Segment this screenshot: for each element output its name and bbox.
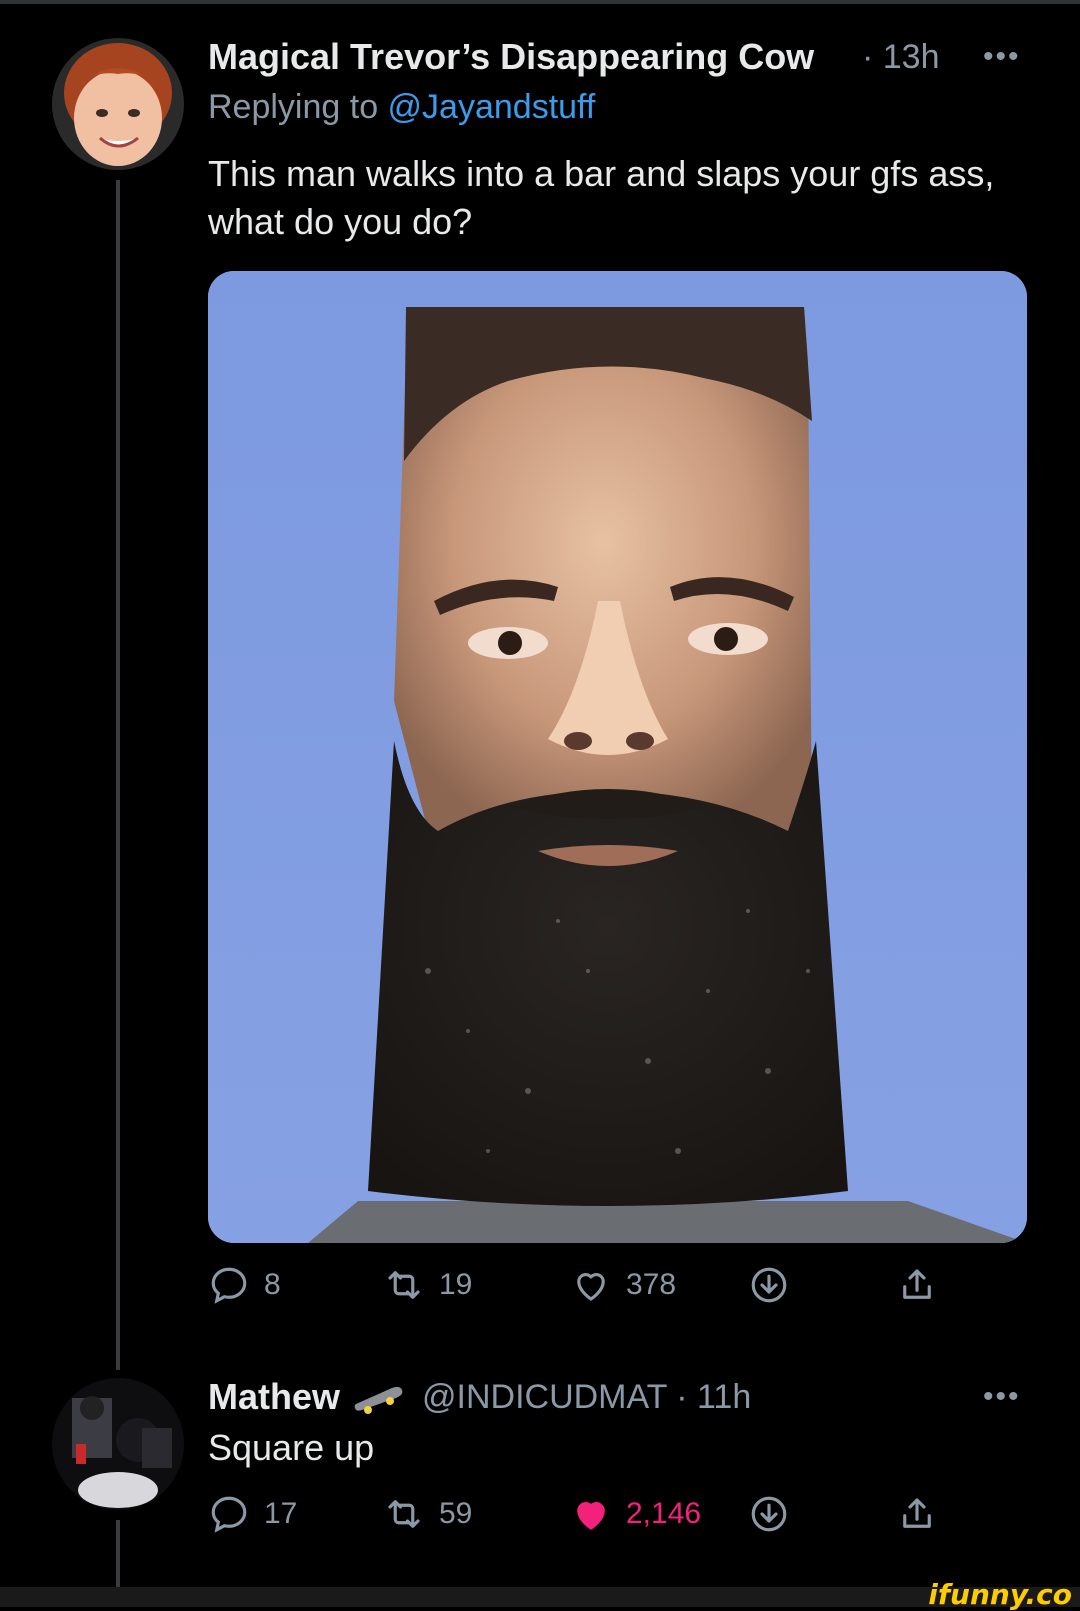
author-name-text: Mathew <box>208 1376 341 1417</box>
share-button[interactable] <box>896 1260 938 1310</box>
avatar[interactable] <box>52 1378 184 1510</box>
top-divider <box>0 0 1080 4</box>
like-button[interactable]: 378 <box>570 1260 676 1310</box>
reply-count: 8 <box>264 1268 281 1301</box>
tweet-time[interactable]: · 13h <box>862 38 940 77</box>
reply-icon <box>211 1267 247 1304</box>
replying-handle-link[interactable]: @Jayandstuff <box>388 88 596 126</box>
like-count: 378 <box>626 1268 677 1301</box>
more-icon[interactable]: ••• <box>983 40 1021 74</box>
download-button[interactable] <box>748 1260 790 1310</box>
like-icon <box>577 1273 605 1301</box>
reply-icon <box>211 1496 247 1533</box>
share-icon <box>903 1498 931 1528</box>
thread-connector-below <box>116 1520 120 1590</box>
reply-count: 17 <box>264 1497 298 1530</box>
download-icon <box>751 1267 787 1303</box>
retweet-count: 59 <box>439 1497 473 1530</box>
share-icon <box>903 1269 931 1299</box>
tweet-actions: 8 19 378 <box>208 1260 948 1310</box>
like-icon <box>577 1502 605 1530</box>
retweet-count: 19 <box>439 1268 473 1301</box>
retweet-icon <box>388 1500 420 1528</box>
like-button[interactable]: 2,146 <box>570 1489 701 1539</box>
tweet-image[interactable] <box>208 271 1027 1243</box>
retweet-icon <box>388 1271 420 1299</box>
handle-time[interactable]: @INDICUDMAT · 11h <box>422 1378 751 1417</box>
tweet-actions: 17 59 2,146 <box>208 1489 948 1539</box>
watermark: ifunny.co <box>928 1578 1072 1611</box>
author-name[interactable]: Mathew <box>208 1376 406 1418</box>
reply-button[interactable]: 8 <box>208 1260 281 1310</box>
share-button[interactable] <box>896 1489 938 1539</box>
watermark-bar <box>0 1587 1080 1607</box>
author-name[interactable]: Magical Trevor’s Disappearing Cow <box>208 36 814 78</box>
download-icon <box>751 1496 787 1532</box>
reply-button[interactable]: 17 <box>208 1489 297 1539</box>
retweet-button[interactable]: 59 <box>383 1489 472 1539</box>
avatar[interactable] <box>52 38 184 170</box>
tweet-text: This man walks into a bar and slaps your… <box>208 153 995 242</box>
download-button[interactable] <box>748 1489 790 1539</box>
replying-to: Replying to @Jayandstuff <box>208 88 595 127</box>
retweet-button[interactable]: 19 <box>383 1260 472 1310</box>
like-count: 2,146 <box>626 1497 702 1530</box>
tweet-text: Square up <box>208 1427 375 1468</box>
thread-connector <box>116 180 120 1370</box>
more-icon[interactable]: ••• <box>983 1380 1021 1414</box>
replying-prefix: Replying to <box>208 88 388 126</box>
skateboard-icon <box>354 1387 403 1415</box>
